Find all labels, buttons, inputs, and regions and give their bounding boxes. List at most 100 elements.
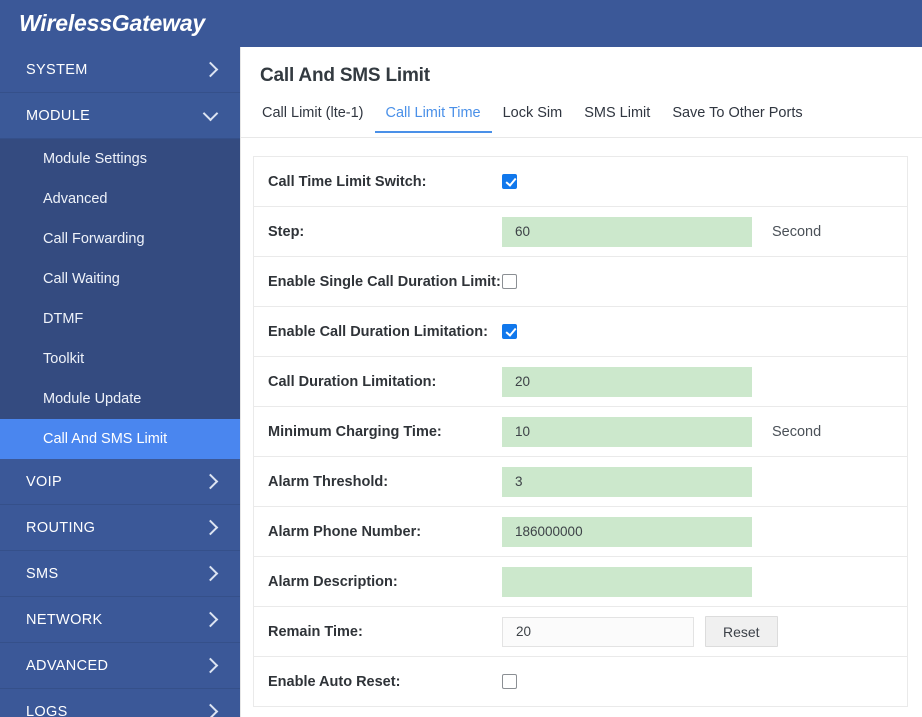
form-row-alarm-threshold: Alarm Threshold:: [254, 457, 907, 507]
sidebar-group-label: VOIP: [26, 473, 63, 490]
sidebar-group-label: SYSTEM: [26, 61, 88, 78]
sidebar-item-advanced[interactable]: Advanced: [0, 179, 240, 219]
checkbox-enable-call-duration-limitation[interactable]: [502, 324, 517, 339]
field-alarm-phone-number: [502, 516, 758, 547]
field-call-time-limit-switch: [502, 174, 758, 189]
settings-form-table: Call Time Limit Switch: Step: Second Enable…: [253, 156, 908, 707]
field-enable-call-duration-limitation: [502, 324, 758, 339]
sidebar-item-label: Call Forwarding: [43, 231, 145, 247]
label-enable-call-duration-limitation: Enable Call Duration Limitation:: [268, 323, 488, 340]
form-row-step: Step: Second: [254, 207, 907, 257]
tab-call-limit-time[interactable]: Call Limit Time: [374, 105, 492, 133]
sidebar-group-label: SMS: [26, 565, 59, 582]
field-call-duration-limitation: [502, 366, 758, 397]
sidebar-group-label: MODULE: [26, 107, 91, 124]
label-minimum-charging-time: Minimum Charging Time:: [268, 423, 442, 440]
tab-save-to-other-ports[interactable]: Save To Other Ports: [661, 105, 813, 131]
form-row-enable-auto-reset: Enable Auto Reset:: [254, 657, 907, 707]
chevron-right-icon: [202, 61, 219, 78]
sidebar-item-label: Call Waiting: [43, 271, 120, 287]
form-row-alarm-phone-number: Alarm Phone Number:: [254, 507, 907, 557]
sidebar-item-label: Toolkit: [43, 351, 85, 367]
chevron-right-icon: [202, 703, 219, 717]
input-alarm-threshold[interactable]: [502, 466, 752, 497]
suffix-minimum-charging-time: Second: [772, 423, 822, 440]
top-header-bar: WirelessGateway: [0, 0, 922, 47]
field-alarm-description: [502, 566, 758, 597]
input-step[interactable]: [502, 216, 752, 247]
field-alarm-threshold: [502, 466, 758, 497]
sidebar-group-voip[interactable]: VOIP: [0, 459, 240, 505]
sidebar-group-system[interactable]: SYSTEM: [0, 47, 240, 93]
brand-logo-text: WirelessGateway: [19, 10, 206, 36]
chevron-right-icon: [202, 565, 219, 582]
sidebar-item-label: Module Settings: [43, 151, 147, 167]
app-root: WirelessGateway SYSTEM MODULE Module Setti…: [0, 0, 922, 717]
suffix-step: Second: [772, 223, 822, 240]
sidebar-item-call-and-sms-limit[interactable]: Call And SMS Limit: [0, 419, 240, 459]
sidebar-navigation[interactable]: SYSTEM MODULE Module Settings Advanced Call …: [0, 47, 240, 717]
field-remain-time: Reset: [502, 616, 778, 647]
form-row-call-duration-limitation: Call Duration Limitation:: [254, 357, 907, 407]
form-row-minimum-charging-time: Minimum Charging Time: Second: [254, 407, 907, 457]
label-remain-time: Remain Time:: [268, 623, 363, 640]
label-step: Step:: [268, 223, 305, 240]
sidebar-item-label: DTMF: [43, 311, 84, 327]
sidebar-group-logs[interactable]: LOGS: [0, 689, 240, 717]
form-row-enable-single-call-duration-limit: Enable Single Call Duration Limit:: [254, 257, 907, 307]
sidebar-item-dtmf[interactable]: DTMF: [0, 299, 240, 339]
reset-button[interactable]: Reset: [705, 616, 778, 647]
tab-bar[interactable]: Call Limit (lte-1) Call Limit Time Lock Si…: [241, 105, 922, 138]
sidebar-group-label: NETWORK: [26, 611, 103, 628]
field-minimum-charging-time: [502, 416, 758, 447]
tab-sms-limit[interactable]: SMS Limit: [573, 105, 661, 131]
sidebar-item-call-waiting[interactable]: Call Waiting: [0, 259, 240, 299]
input-remain-time[interactable]: [502, 616, 694, 647]
chevron-right-icon: [202, 519, 219, 536]
field-enable-auto-reset: [502, 674, 758, 689]
label-call-duration-limitation: Call Duration Limitation:: [268, 373, 437, 390]
chevron-right-icon: [202, 611, 219, 628]
sidebar-item-call-forwarding[interactable]: Call Forwarding: [0, 219, 240, 259]
main-content: Call And SMS Limit Call Limit (lte-1) Cal…: [240, 47, 922, 717]
sidebar-item-module-settings[interactable]: Module Settings: [0, 139, 240, 179]
sidebar-item-label: Advanced: [43, 191, 108, 207]
checkbox-call-time-limit-switch[interactable]: [502, 174, 517, 189]
tab-lock-sim[interactable]: Lock Sim: [492, 105, 574, 131]
tab-call-limit-lte-1-[interactable]: Call Limit (lte-1): [262, 105, 375, 131]
field-enable-single-call-duration-limit: [502, 274, 758, 289]
page-title: Call And SMS Limit: [260, 65, 430, 86]
label-call-time-limit-switch: Call Time Limit Switch:: [268, 173, 427, 190]
checkbox-enable-single-call-duration-limit[interactable]: [502, 274, 517, 289]
sidebar-group-label: ROUTING: [26, 519, 96, 536]
sidebar-group-routing[interactable]: ROUTING: [0, 505, 240, 551]
sidebar-item-module-update[interactable]: Module Update: [0, 379, 240, 419]
label-alarm-phone-number: Alarm Phone Number:: [268, 523, 422, 540]
label-alarm-threshold: Alarm Threshold:: [268, 473, 389, 490]
sidebar-submenu-module: Module Settings Advanced Call Forwarding Ca…: [0, 139, 240, 459]
sidebar-group-label: LOGS: [26, 703, 68, 717]
sidebar-group-network[interactable]: NETWORK: [0, 597, 240, 643]
checkbox-enable-auto-reset[interactable]: [502, 674, 517, 689]
chevron-right-icon: [202, 657, 219, 674]
sidebar-item-label: Module Update: [43, 391, 142, 407]
sidebar-group-module[interactable]: MODULE: [0, 93, 240, 139]
field-step: [502, 216, 758, 247]
input-alarm-description[interactable]: [502, 566, 752, 597]
sidebar-item-toolkit[interactable]: Toolkit: [0, 339, 240, 379]
label-enable-single-call-duration-limit: Enable Single Call Duration Limit:: [268, 273, 501, 290]
sidebar-group-label: ADVANCED: [26, 657, 109, 674]
form-row-alarm-description: Alarm Description:: [254, 557, 907, 607]
form-row-call-time-limit-switch: Call Time Limit Switch:: [254, 157, 907, 207]
chevron-right-icon: [202, 473, 219, 490]
input-minimum-charging-time[interactable]: [502, 416, 752, 447]
form-row-remain-time: Remain Time: Reset: [254, 607, 907, 657]
input-call-duration-limitation[interactable]: [502, 366, 752, 397]
chevron-down-icon: [202, 105, 219, 122]
form-row-enable-call-duration-limitation: Enable Call Duration Limitation:: [254, 307, 907, 357]
input-alarm-phone-number[interactable]: [502, 516, 752, 547]
label-enable-auto-reset: Enable Auto Reset:: [268, 673, 401, 690]
sidebar-group-sms[interactable]: SMS: [0, 551, 240, 597]
sidebar-item-label: Call And SMS Limit: [43, 431, 168, 447]
sidebar-group-advanced[interactable]: ADVANCED: [0, 643, 240, 689]
